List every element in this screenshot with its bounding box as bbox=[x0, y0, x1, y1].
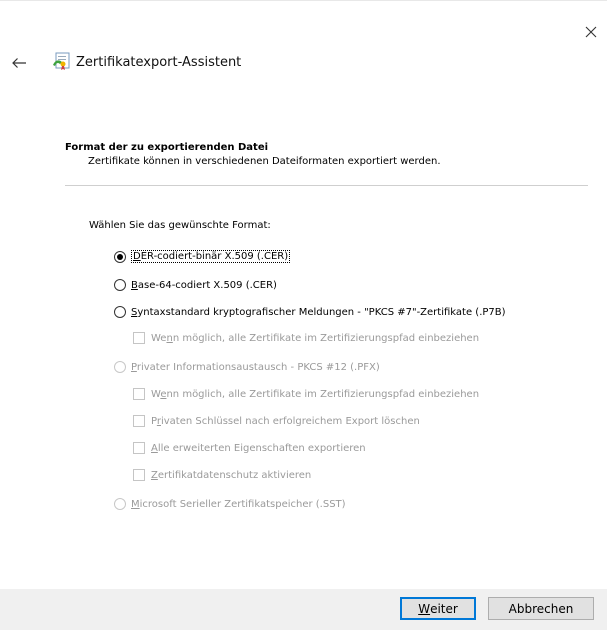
certificate-wizard-icon bbox=[53, 52, 70, 70]
section-heading: Format der zu exportierenden Datei bbox=[65, 142, 269, 153]
mnemonic-b: B bbox=[131, 279, 138, 291]
checkbox-pfx-delete-key[interactable]: Privaten Schlüssel nach erfolgreichem Ex… bbox=[133, 415, 420, 427]
back-button[interactable] bbox=[8, 55, 30, 71]
radio-button[interactable] bbox=[114, 279, 126, 291]
window-top-border bbox=[0, 0, 607, 1]
section-subheading: Zertifikate können in verschiedenen Date… bbox=[88, 156, 441, 167]
cancel-button[interactable]: Abbrechen bbox=[488, 597, 594, 620]
label-pre: We bbox=[151, 332, 167, 344]
radio-pkcs7[interactable]: Syntaxstandard kryptografischer Meldunge… bbox=[114, 306, 506, 318]
checkbox-pfx-delete-label: Privaten Schlüssel nach erfolgreichem Ex… bbox=[151, 416, 420, 427]
next-label: eiter bbox=[430, 601, 458, 616]
checkbox[interactable] bbox=[133, 469, 145, 481]
checkbox-pkcs7-include-label: Wenn möglich, alle Zertifikate im Zertif… bbox=[151, 333, 479, 344]
label-text: n möglich, alle Zertifikate im Zertifizi… bbox=[172, 332, 480, 344]
label-text: ase-64-codiert X.509 (.CER) bbox=[137, 279, 277, 291]
next-mnemonic: W bbox=[418, 601, 431, 616]
mnemonic-z: Z bbox=[151, 469, 158, 481]
checkbox-pfx-include-label: Wenn möglich, alle Zertifikate im Zertif… bbox=[151, 389, 479, 400]
radio-pkcs7-label: Syntaxstandard kryptografischer Meldunge… bbox=[131, 307, 506, 318]
radio-button[interactable] bbox=[114, 498, 126, 510]
label-text: ertifikatdatenschutz aktivieren bbox=[157, 469, 312, 481]
radio-base64[interactable]: Base-64-codiert X.509 (.CER) bbox=[114, 279, 277, 291]
radio-pfx-label: Privater Informationsaustausch - PKCS #1… bbox=[131, 362, 380, 373]
cancel-label: Abbrechen bbox=[508, 601, 574, 616]
mnemonic-a: A bbox=[151, 442, 158, 454]
label-text: icrosoft Serieller Zertifikatspeicher (.… bbox=[139, 498, 346, 510]
radio-button[interactable] bbox=[114, 361, 126, 373]
radio-button-checked[interactable] bbox=[114, 250, 126, 263]
mnemonic-d: D bbox=[133, 251, 141, 262]
checkbox-pfx-include-path[interactable]: Wenn möglich, alle Zertifikate im Zertif… bbox=[133, 388, 479, 400]
label-text: ER-codiert-binär X.509 (.CER) bbox=[140, 251, 289, 262]
next-button[interactable]: Weiter bbox=[400, 597, 476, 620]
label-text: rivater Informationsaustausch - PKCS #12… bbox=[136, 361, 380, 373]
radio-der-binary[interactable]: DER-codiert-binär X.509 (.CER) bbox=[114, 250, 291, 263]
format-prompt: Wählen Sie das gewünschte Format: bbox=[89, 220, 271, 231]
checkbox-pkcs7-include-path[interactable]: Wenn möglich, alle Zertifikate im Zertif… bbox=[133, 332, 479, 344]
radio-pfx[interactable]: Privater Informationsaustausch - PKCS #1… bbox=[114, 361, 380, 373]
close-button[interactable] bbox=[581, 22, 601, 42]
checkbox[interactable] bbox=[133, 442, 145, 454]
checkbox-pfx-privacy-label: Zertifikatdatenschutz aktivieren bbox=[151, 470, 311, 481]
label-text: lle erweiterten Eigenschaften exportiere… bbox=[157, 442, 366, 454]
checkbox[interactable] bbox=[133, 332, 145, 344]
label-text: yntaxstandard kryptografischer Meldungen… bbox=[137, 306, 506, 318]
back-arrow-icon bbox=[12, 58, 26, 68]
wizard-title: Zertifikatexport-Assistent bbox=[76, 55, 242, 70]
checkbox[interactable] bbox=[133, 388, 145, 400]
radio-sst[interactable]: Microsoft Serieller Zertifikatspeicher (… bbox=[114, 498, 346, 510]
checkbox-pfx-export-properties[interactable]: Alle erweiterten Eigenschaften exportier… bbox=[133, 442, 366, 454]
checkbox-pfx-privacy[interactable]: Zertifikatdatenschutz aktivieren bbox=[133, 469, 311, 481]
mnemonic-m: M bbox=[131, 498, 140, 510]
radio-button[interactable] bbox=[114, 306, 126, 318]
label-text: nn möglich, alle Zertifikate im Zertifiz… bbox=[166, 388, 480, 400]
radio-der-label: DER-codiert-binär X.509 (.CER) bbox=[131, 250, 291, 263]
close-icon bbox=[585, 26, 597, 38]
checkbox-pfx-ext-label: Alle erweiterten Eigenschaften exportier… bbox=[151, 443, 366, 454]
label-pre: W bbox=[151, 388, 161, 400]
header-separator bbox=[65, 185, 588, 186]
radio-sst-label: Microsoft Serieller Zertifikatspeicher (… bbox=[131, 499, 346, 510]
label-text: ivaten Schlüssel nach erfolgreichem Expo… bbox=[160, 415, 420, 427]
radio-base64-label: Base-64-codiert X.509 (.CER) bbox=[131, 280, 277, 291]
checkbox[interactable] bbox=[133, 415, 145, 427]
